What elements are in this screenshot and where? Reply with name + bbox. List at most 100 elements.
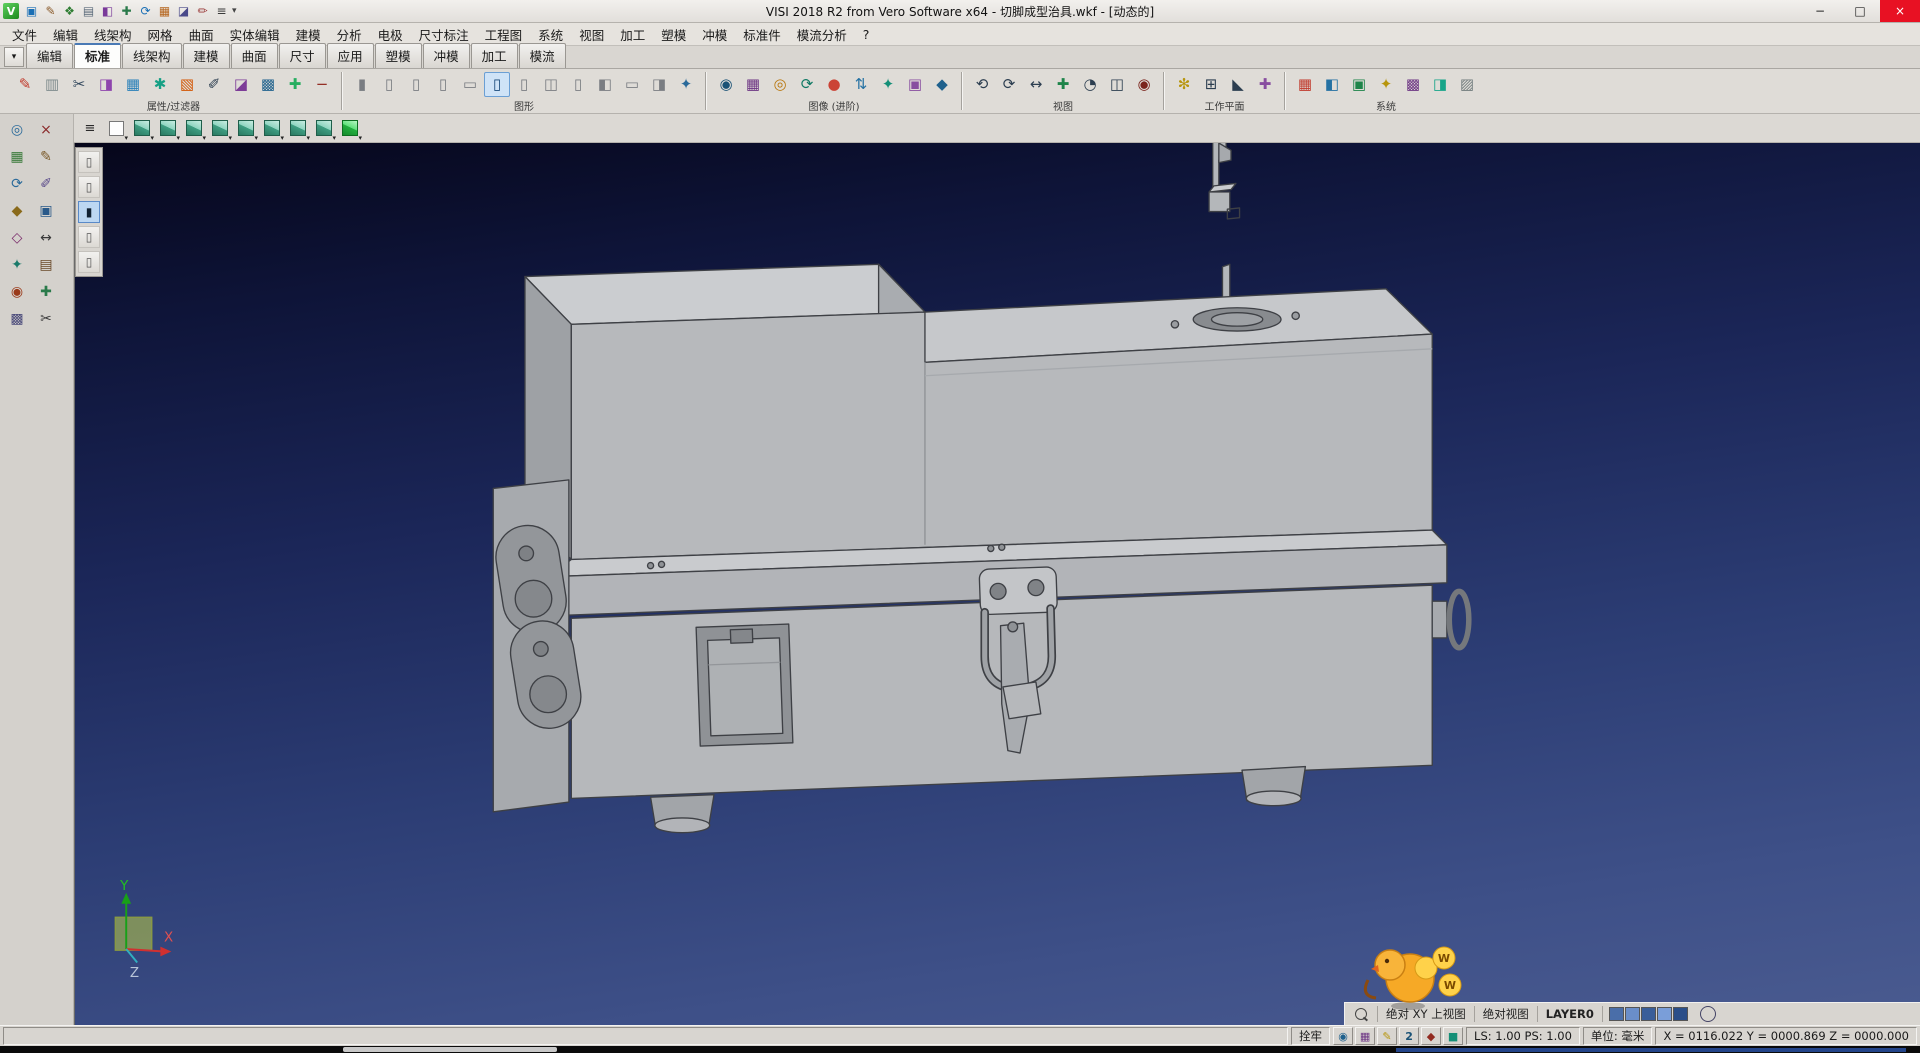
mini-toolbar-button[interactable]: ▯: [78, 151, 100, 173]
toolbar-icon[interactable]: ▣: [902, 72, 928, 97]
left-toolbar-icon[interactable]: ⟳: [4, 172, 30, 196]
maximize-button[interactable]: □: [1840, 0, 1880, 22]
view-cube-button[interactable]: [208, 116, 232, 140]
status-icon[interactable]: 2: [1399, 1027, 1419, 1045]
mini-toolbar-button[interactable]: ▮: [78, 201, 100, 223]
toolbar-icon[interactable]: ▯: [484, 72, 510, 97]
toolbar-icon[interactable]: ◨: [646, 72, 672, 97]
ribbon-tab[interactable]: 冲模: [423, 43, 470, 68]
view-cube-button[interactable]: [130, 116, 154, 140]
render-mode-icon[interactable]: [1700, 1006, 1716, 1022]
toolbar-icon[interactable]: ▨: [1454, 72, 1480, 97]
mini-toolbar-button[interactable]: ▯: [78, 251, 100, 273]
quick-access-icon[interactable]: ❖: [61, 3, 78, 20]
toolbar-icon[interactable]: ▯: [430, 72, 456, 97]
toolbar-icon[interactable]: ✚: [1252, 72, 1278, 97]
mini-toolbar-button[interactable]: ▯: [78, 226, 100, 248]
scale-indicator[interactable]: LS: 1.00 PS: 1.00: [1466, 1027, 1580, 1045]
menu-item[interactable]: 加工: [612, 23, 653, 46]
view-cube-button[interactable]: ≡: [78, 116, 102, 140]
toolbar-icon[interactable]: ▯: [565, 72, 591, 97]
left-toolbar-icon[interactable]: ▣: [33, 199, 59, 223]
toolbar-icon[interactable]: ◉: [1131, 72, 1157, 97]
toolbar-icon[interactable]: ●: [821, 72, 847, 97]
ribbon-tab[interactable]: 线架构: [122, 43, 182, 68]
toolbar-icon[interactable]: ◆: [929, 72, 955, 97]
color-swatch[interactable]: [1625, 1007, 1640, 1021]
left-toolbar-icon[interactable]: ▤: [33, 253, 59, 277]
toolbar-icon[interactable]: ✻: [1171, 72, 1197, 97]
toolbar-icon[interactable]: −: [309, 72, 335, 97]
view-cube-button[interactable]: [338, 116, 362, 140]
toolbar-icon[interactable]: ▩: [1400, 72, 1426, 97]
toolbar-icon[interactable]: ◧: [592, 72, 618, 97]
minimize-button[interactable]: −: [1800, 0, 1840, 22]
quick-access-icon[interactable]: ▦: [156, 3, 173, 20]
ribbon-tab[interactable]: 加工: [471, 43, 518, 68]
toolbar-icon[interactable]: ✦: [673, 72, 699, 97]
toolbar-icon[interactable]: ◪: [228, 72, 254, 97]
toolbar-icon[interactable]: ✱: [147, 72, 173, 97]
units-indicator[interactable]: 单位: 毫米: [1583, 1027, 1653, 1045]
model-ring-handle[interactable]: [1432, 591, 1469, 647]
view-cube-button[interactable]: [312, 116, 336, 140]
toolbar-icon[interactable]: ◣: [1225, 72, 1251, 97]
toolbar-icon[interactable]: ◫: [1104, 72, 1130, 97]
toolbar-icon[interactable]: ✚: [1050, 72, 1076, 97]
quick-access-icon[interactable]: ◧: [99, 3, 116, 20]
ribbon-tab[interactable]: 编辑: [26, 43, 73, 68]
quick-access-icon[interactable]: ▤: [80, 3, 97, 20]
toolbar-icon[interactable]: ▩: [255, 72, 281, 97]
view-cube-button[interactable]: [156, 116, 180, 140]
close-button[interactable]: ×: [1880, 0, 1920, 22]
toolbar-icon[interactable]: ✚: [282, 72, 308, 97]
menu-item[interactable]: 冲模: [694, 23, 735, 46]
color-swatch[interactable]: [1609, 1007, 1624, 1021]
toolbar-icon[interactable]: ⟳: [794, 72, 820, 97]
menu-item[interactable]: 视图: [571, 23, 612, 46]
toolbar-icon[interactable]: ◨: [1427, 72, 1453, 97]
toolbar-icon[interactable]: ⇅: [848, 72, 874, 97]
toolbar-icon[interactable]: ▥: [39, 72, 65, 97]
status-icon[interactable]: ■: [1443, 1027, 1463, 1045]
left-toolbar-icon[interactable]: ◎: [4, 118, 30, 142]
toolbar-icon[interactable]: ◫: [538, 72, 564, 97]
ribbon-tab[interactable]: 模流: [519, 43, 566, 68]
toolbar-icon[interactable]: ↔: [1023, 72, 1049, 97]
toolbar-icon[interactable]: ▯: [376, 72, 402, 97]
toolbar-icon[interactable]: ◨: [93, 72, 119, 97]
toolbar-icon[interactable]: ▭: [619, 72, 645, 97]
toolbar-icon[interactable]: ◉: [713, 72, 739, 97]
toolbar-icon[interactable]: ▮: [349, 72, 375, 97]
toolbar-icon[interactable]: ⟳: [996, 72, 1022, 97]
left-toolbar-icon[interactable]: ✐: [33, 172, 59, 196]
view-cube-button[interactable]: [260, 116, 284, 140]
ribbon-tab[interactable]: 建模: [183, 43, 230, 68]
quick-access-icon[interactable]: ✏: [194, 3, 211, 20]
toolbar-icon[interactable]: ✦: [875, 72, 901, 97]
3d-viewport[interactable]: ▯ ▯ ▮ ▯ ▯: [74, 143, 1920, 1025]
quick-access-icon[interactable]: ▣: [23, 3, 40, 20]
ribbon-tab[interactable]: 应用: [327, 43, 374, 68]
model-recessed-panel[interactable]: [696, 624, 793, 746]
model-floating-bracket[interactable]: [1209, 143, 1239, 219]
toolbar-icon[interactable]: ▦: [1292, 72, 1318, 97]
snap-toggle[interactable]: 拴牢: [1291, 1027, 1330, 1045]
left-toolbar-icon[interactable]: ✂: [33, 307, 59, 331]
status-icon[interactable]: ✎: [1377, 1027, 1397, 1045]
view-cube-button[interactable]: [234, 116, 258, 140]
toolbar-icon[interactable]: ⟲: [969, 72, 995, 97]
mini-toolbar-button[interactable]: ▯: [78, 176, 100, 198]
left-toolbar-icon[interactable]: ✚: [33, 280, 59, 304]
ribbon-tab[interactable]: 标准: [74, 43, 121, 68]
color-swatch[interactable]: [1673, 1007, 1688, 1021]
toolbar-icon[interactable]: ◎: [767, 72, 793, 97]
view-cube-button[interactable]: [286, 116, 310, 140]
status-icon[interactable]: ◉: [1333, 1027, 1353, 1045]
3d-model-canvas[interactable]: Y X Z: [75, 143, 1920, 1025]
quick-access-icon[interactable]: ⟳: [137, 3, 154, 20]
toolbar-icon[interactable]: ✐: [201, 72, 227, 97]
left-toolbar-icon[interactable]: ✎: [33, 145, 59, 169]
toolbar-icon[interactable]: ▣: [1346, 72, 1372, 97]
toolbar-icon[interactable]: ▯: [403, 72, 429, 97]
